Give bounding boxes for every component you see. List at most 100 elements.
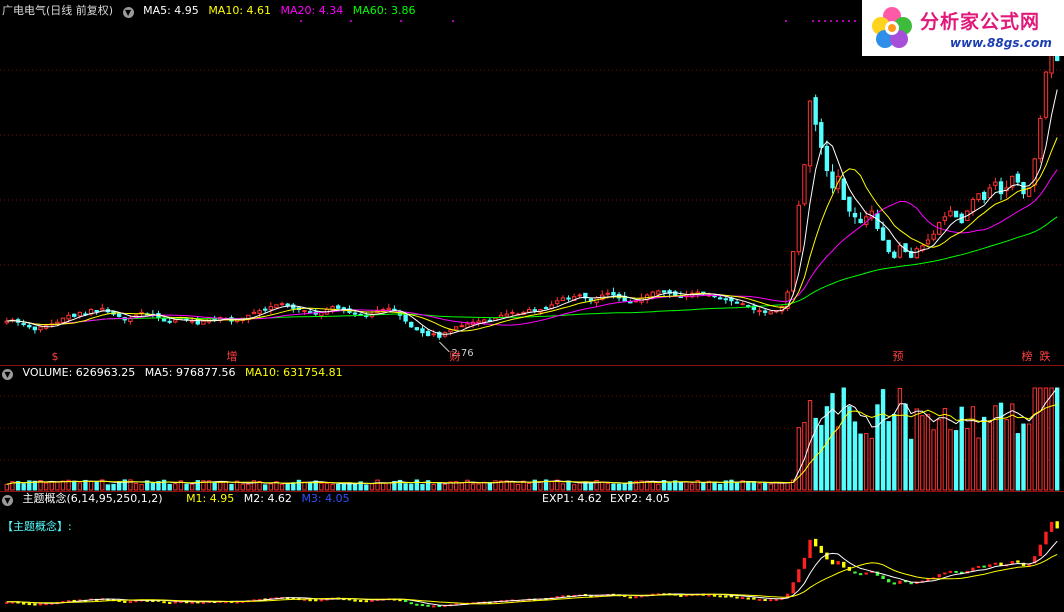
volume-bar [577, 482, 582, 491]
volume-bar [768, 483, 773, 491]
candle [1043, 71, 1049, 118]
volume-bar [538, 481, 543, 491]
event-marker: 榜 [1022, 349, 1033, 363]
volume-bar [835, 426, 841, 491]
volume-bar [600, 481, 605, 491]
candle [931, 233, 936, 240]
volume-bar [88, 480, 94, 491]
candle [279, 303, 285, 306]
flower-logo-icon [872, 7, 912, 48]
volume-bar [369, 483, 375, 491]
candle [824, 145, 830, 172]
indicator-bar [892, 582, 896, 585]
volume-bar [77, 482, 83, 491]
candle [352, 312, 358, 315]
candle [813, 97, 818, 125]
volume-bar [746, 482, 751, 491]
volume-bar [937, 419, 942, 491]
indicator-bar [886, 579, 891, 583]
candle [650, 291, 655, 298]
volume-bar [223, 480, 229, 491]
candle [566, 297, 571, 300]
indicator-bar [735, 596, 739, 599]
volume-bar [571, 484, 577, 491]
signal-dot [452, 20, 454, 22]
signal-dot [848, 20, 850, 22]
volume-bar [49, 481, 54, 491]
indicator-bar [988, 564, 992, 568]
candle [1015, 173, 1021, 183]
candle [482, 319, 487, 323]
candle [66, 314, 71, 320]
indicator-bar [712, 594, 717, 597]
candle [723, 298, 728, 301]
candle [161, 318, 167, 322]
candle [987, 187, 992, 199]
ma60-line [6, 216, 1058, 326]
volume-bar [1055, 387, 1060, 491]
candle [880, 227, 886, 241]
candle [38, 326, 43, 331]
volume-bar [55, 481, 60, 491]
volume-bar [1038, 387, 1043, 491]
indicator-bar [33, 603, 37, 606]
indicator-bar [173, 601, 178, 604]
indicator-bar [319, 599, 324, 602]
volume-bar [263, 484, 268, 491]
volume-bar [420, 483, 425, 491]
candle [942, 216, 948, 221]
candle [60, 317, 66, 324]
volume-bar [189, 483, 195, 491]
site-logo[interactable]: 分析家公式网 www.88gs.com [862, 0, 1064, 56]
candle [77, 311, 83, 317]
volume-bar [470, 483, 476, 491]
candle [892, 251, 897, 258]
volume-bar [1049, 387, 1054, 491]
candle [257, 310, 262, 314]
volume-bar [341, 483, 347, 491]
indicator-bar [757, 598, 762, 601]
candle [173, 319, 178, 323]
volume-bar [981, 416, 987, 491]
volume-bar [908, 438, 914, 491]
volume-bar [796, 427, 801, 491]
volume-chart[interactable] [0, 366, 1064, 491]
event-marker: $ [52, 350, 59, 363]
volume-bar [459, 482, 464, 491]
indicator-bar [724, 595, 728, 598]
logo-url: www.88gs.com [950, 36, 1052, 50]
candle [414, 327, 420, 331]
candle [431, 333, 436, 336]
volume-bar [903, 403, 908, 491]
indicator-bar [432, 605, 436, 608]
volume-bar [291, 482, 296, 491]
event-marker: 增 [227, 349, 238, 363]
indicator-bar [364, 600, 368, 603]
candle [263, 308, 268, 311]
volume-bar [869, 437, 875, 491]
volume-bar [482, 481, 487, 491]
volume-bar [150, 482, 156, 491]
volume-bar [465, 479, 470, 491]
candle [560, 297, 566, 301]
volume-bar [139, 484, 144, 491]
indicator-bar [1038, 544, 1043, 557]
indicator-bar [836, 561, 840, 565]
candle [1038, 117, 1043, 160]
candle [425, 330, 431, 337]
ma10-line [6, 137, 1058, 332]
volume-bar [409, 483, 414, 491]
volume-bar [656, 483, 661, 491]
m1-line [6, 540, 1058, 606]
indicator-bar [308, 599, 312, 602]
indicator-chart[interactable] [0, 492, 1064, 612]
volume-bar [1021, 423, 1026, 491]
volume-bar [240, 483, 245, 491]
indicator-bar [797, 569, 801, 583]
candle [195, 318, 200, 325]
candle [830, 171, 835, 189]
volume-bar [976, 437, 981, 491]
volume-bar [1026, 423, 1032, 491]
indicator-bar [628, 596, 632, 599]
signal-dot [830, 20, 832, 22]
